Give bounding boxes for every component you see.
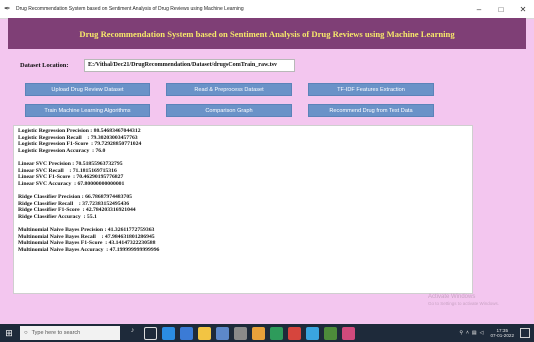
app-icon[interactable] [252,326,265,340]
chevron-up-icon[interactable]: ˄ [466,330,469,336]
taskbar: ⊞ ○ Type here to search ♪ ⚲ ˄ ▤ ◁ 17:35 … [0,324,534,342]
maximize-button[interactable]: □ [490,0,512,18]
result-line: Ridge Classifier Precision : 66.78687974… [18,193,133,200]
comparison-graph-button[interactable]: Comparison Graph [166,104,292,117]
result-line: Ridge Classifier Recall : 37.72383152495… [18,200,130,207]
result-line: Logistic Regression F1-Score : 79.729288… [18,141,142,148]
dataset-path-field[interactable]: E:/Vithal/Dec21/DrugRecommendation/Datas… [84,58,295,72]
people-icon[interactable]: ⚲ [459,330,463,336]
app-icon[interactable] [270,326,283,340]
result-line: Logistic Regression Precision : 80.54683… [18,128,141,134]
results-text-area[interactable]: Logistic Regression Precision : 80.54683… [13,125,473,294]
app-icon[interactable] [288,326,301,340]
result-line: Logistic Regression Accuracy : 76.0 [18,147,106,154]
windows-start-icon[interactable]: ⊞ [0,324,18,342]
clock-date: 07-01-2022 [490,333,515,338]
result-line: Linear SVC F1-Score : 70.46290195776827 [18,174,124,181]
app-icon[interactable] [324,326,337,340]
dataset-location-row: Dataset Location: E:/Vithal/Dec21/DrugRe… [20,58,295,72]
clock[interactable]: 17:35 07-01-2022 [491,328,515,339]
settings-icon[interactable] [234,326,247,340]
upload-dataset-button[interactable]: Upload Drug Review Dataset [25,83,150,96]
task-view-icon[interactable] [144,326,157,340]
close-button[interactable]: ✕ [512,0,534,18]
result-line: Multinomial Naive Bayes Recall : 47.9846… [18,233,155,240]
tfidf-extraction-button[interactable]: TF-IDF Features Extraction [308,83,434,96]
result-line: Ridge Classifier F1-Score : 42.784203316… [18,207,136,214]
result-line: Linear SVC Accuracy : 67.80000000000001 [18,180,125,187]
result-line: Multinomial Naive Bayes Accuracy : 47.19… [18,246,160,253]
edge-browser-icon[interactable] [162,326,175,340]
taskbar-apps: ♪ [126,326,360,340]
mail-icon[interactable] [216,326,229,340]
window-controls: – □ ✕ [468,0,534,18]
result-line: Multinomial Naive Bayes F1-Score : 43.14… [18,240,156,247]
network-icon[interactable]: ▤ [472,330,477,336]
microphone-icon[interactable]: ♪ [126,327,139,340]
activation-watermark: Activate Windows Go to Settings to activ… [428,294,499,306]
notification-icon[interactable] [520,328,530,338]
dataset-location-label: Dataset Location: [20,61,69,69]
result-line: Logistic Regression Recall : 79.30203003… [18,134,138,141]
watermark-title: Activate Windows [428,294,476,300]
result-gap [18,187,468,194]
taskbar-search-input[interactable]: ○ Type here to search [20,326,120,340]
search-icon: ○ [24,330,28,336]
store-icon[interactable] [180,326,193,340]
result-line: Linear SVC Recall : 71.1815169715316 [18,167,117,174]
window-title: Drug Recommendation System based on Sent… [16,6,244,12]
page-title: Drug Recommendation System based on Sent… [79,28,455,39]
recommend-drug-button[interactable]: Recommend Drug from Test Data [308,104,434,117]
search-placeholder: Type here to search [31,330,81,336]
volume-icon[interactable]: ◁ [480,330,484,336]
result-gap [18,154,468,161]
watermark-subtitle: Go to Settings to activate Windows. [428,301,500,306]
result-line: Linear SVC Precision : 70.51855963732795 [18,160,123,167]
result-line: Ridge Classifier Accuracy : 55.1 [18,213,97,220]
app-icon[interactable] [306,326,319,340]
system-tray: ⚲ ˄ ▤ ◁ 17:35 07-01-2022 [459,324,530,342]
train-algorithms-button[interactable]: Train Machine Learning Algorithms [25,104,150,117]
feather-icon: ✒ [4,4,11,13]
minimize-button[interactable]: – [468,0,490,18]
result-line: Multinomial Naive Bayes Precision : 41.3… [18,226,155,233]
header-banner: Drug Recommendation System based on Sent… [8,18,526,49]
result-gap [18,220,468,227]
preprocess-dataset-button[interactable]: Read & Preprocess Dataset [166,83,292,96]
app-icon[interactable] [342,326,355,340]
window-titlebar: ✒ Drug Recommendation System based on Se… [0,0,534,19]
file-explorer-icon[interactable] [198,326,211,340]
